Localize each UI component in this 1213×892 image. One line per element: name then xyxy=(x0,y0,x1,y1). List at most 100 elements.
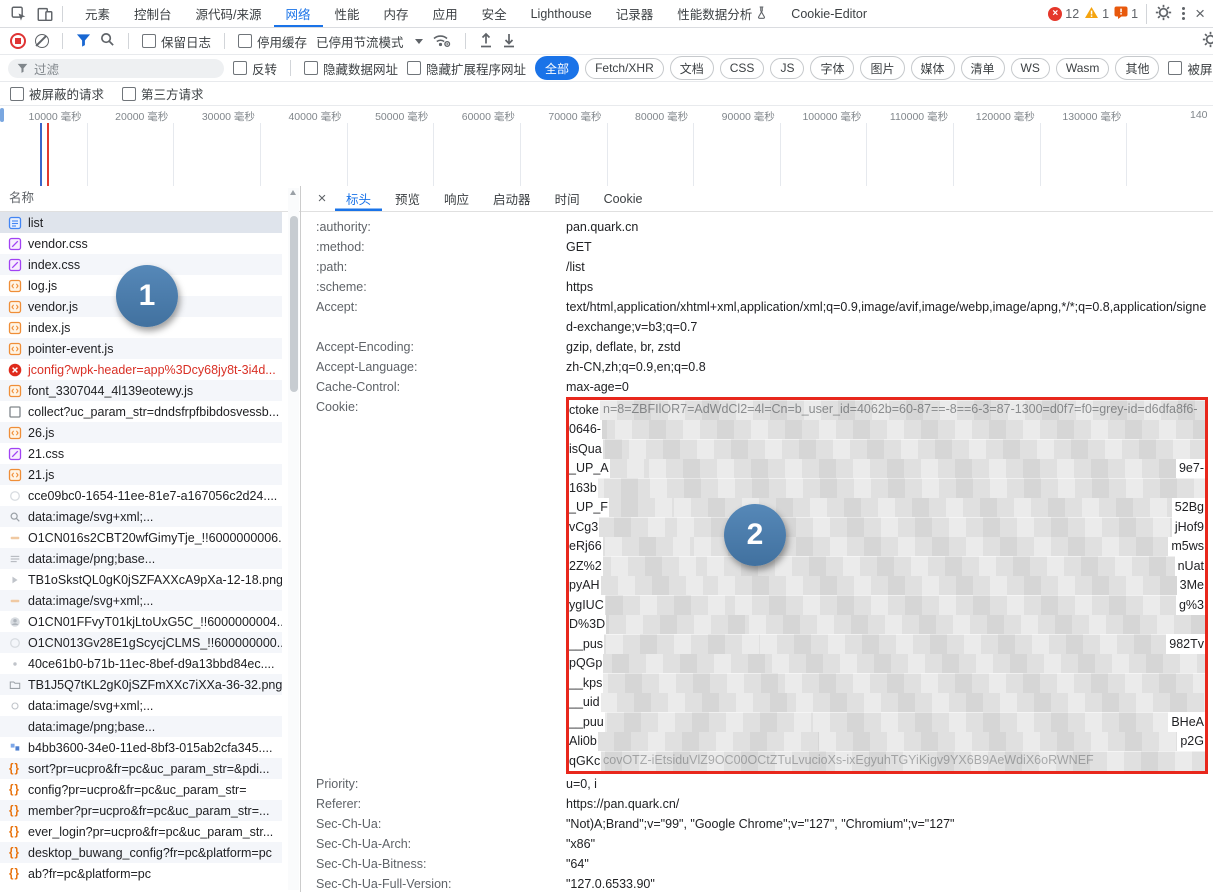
request-row[interactable]: TB1J5Q7tKL2gK0jSZFmXXc7iXXa-36-32.png xyxy=(0,674,282,695)
header-name: Sec-Ch-Ua: xyxy=(316,816,382,831)
details-tab-3[interactable]: 启动器 xyxy=(482,186,542,211)
hide-extension-urls-checkbox[interactable]: 隐藏扩展程序网址 xyxy=(407,59,526,78)
warnings-count: 1 xyxy=(1102,6,1110,21)
request-row[interactable]: 21.js xyxy=(0,464,282,485)
header-row: Accept-Language: zh-CN,zh;q=0.9,en;q=0.8 xyxy=(316,357,1209,377)
request-row[interactable]: font_3307044_4l139eotewy.js xyxy=(0,380,282,401)
invert-filter-checkbox[interactable]: 反转 xyxy=(233,59,277,78)
filter-chip-8[interactable]: 清单 xyxy=(960,56,1005,80)
request-list-scrollbar[interactable] xyxy=(288,188,299,890)
overview-drag-handle[interactable] xyxy=(0,108,4,122)
request-row[interactable]: b4bb3600-34e0-11ed-8bf3-015ab2cfa345.... xyxy=(0,737,282,758)
request-row[interactable]: data:image/svg+xml;... xyxy=(0,590,282,611)
devtools-tab-11[interactable]: Cookie-Editor xyxy=(779,0,879,27)
devtools-tab-2[interactable]: 源代码/来源 xyxy=(184,0,274,27)
preserve-log-checkbox[interactable]: 保留日志 xyxy=(142,32,211,51)
details-tab-5[interactable]: Cookie xyxy=(593,186,654,211)
header-name: Cache-Control: xyxy=(316,380,401,394)
request-list-column-header[interactable]: 名称 xyxy=(0,186,300,212)
import-har-icon[interactable] xyxy=(479,32,493,51)
clear-network-log-icon[interactable] xyxy=(35,34,49,48)
request-name: config?pr=ucpro&fr=pc&uc_param_str= xyxy=(28,782,247,797)
request-row[interactable]: data:image/svg+xml;... xyxy=(0,506,282,527)
close-details-icon[interactable]: × xyxy=(311,190,333,207)
cookie-line: ygIUC g%3 xyxy=(569,595,1205,615)
network-filter-bar-2: 被屏蔽的请求 第三方请求 xyxy=(0,82,1213,106)
settings-gear-icon[interactable] xyxy=(1155,4,1172,24)
devtools-tab-5[interactable]: 内存 xyxy=(372,0,421,27)
request-name: data:image/png;base... xyxy=(28,551,156,566)
request-row[interactable]: O1CN01FFvyT01kjLtoUxG5C_!!6000000004... xyxy=(0,611,282,632)
filter-chip-1[interactable]: Fetch/XHR xyxy=(585,57,664,79)
details-tab-4[interactable]: 时间 xyxy=(544,186,591,211)
request-row[interactable]: data:image/png;base... xyxy=(0,716,282,737)
filter-chip-11[interactable]: 其他 xyxy=(1115,56,1160,80)
devtools-tab-0[interactable]: 元素 xyxy=(73,0,122,27)
devtools-tab-6[interactable]: 应用 xyxy=(421,0,470,27)
scrollbar-thumb[interactable] xyxy=(289,216,298,392)
request-row[interactable]: 21.css xyxy=(0,443,282,464)
details-tab-1[interactable]: 预览 xyxy=(384,186,431,211)
filter-chip-10[interactable]: Wasm xyxy=(1055,57,1110,79)
devtools-tab-7[interactable]: 安全 xyxy=(470,0,519,27)
details-tab-2[interactable]: 响应 xyxy=(433,186,480,211)
request-row[interactable]: jconfig?wpk-header=app%3Dcy68jy8t-3i4d..… xyxy=(0,359,282,380)
request-row[interactable]: pointer-event.js xyxy=(0,338,282,359)
filter-funnel-icon[interactable] xyxy=(76,33,91,50)
filter-chip-2[interactable]: 文档 xyxy=(669,56,714,80)
device-toolbar-icon[interactable] xyxy=(32,1,58,27)
request-row[interactable]: {} config?pr=ucpro&fr=pc&uc_param_str= xyxy=(0,779,282,800)
request-row[interactable]: 40ce61b0-b71b-11ec-8bef-d9a13bbd84ec.... xyxy=(0,653,282,674)
blocked-response-cookies-checkbox[interactable]: 被屏蔽的响应 Cookie xyxy=(1168,59,1213,78)
request-row[interactable]: {} ever_login?pr=ucpro&fr=pc&uc_param_str… xyxy=(0,821,282,842)
request-row[interactable]: collect?uc_param_str=dndsfrpfbibdosvessb… xyxy=(0,401,282,422)
request-row[interactable]: data:image/svg+xml;... xyxy=(0,695,282,716)
filter-chip-7[interactable]: 媒体 xyxy=(910,56,955,80)
inspect-element-icon[interactable] xyxy=(6,1,32,27)
devtools-tab-4[interactable]: 性能 xyxy=(323,0,372,27)
request-row[interactable]: O1CN013Gv28E1gScycjCLMS_!!600000000... xyxy=(0,632,282,653)
devtools-tab-10[interactable]: 性能数据分析 xyxy=(665,0,779,27)
search-icon[interactable] xyxy=(100,32,115,50)
errors-badge[interactable]: × 12 xyxy=(1048,6,1079,21)
more-options-icon[interactable] xyxy=(1182,7,1186,20)
request-row[interactable]: vendor.css xyxy=(0,233,282,254)
close-devtools-icon[interactable]: × xyxy=(1195,5,1205,22)
hide-data-urls-checkbox[interactable]: 隐藏数据网址 xyxy=(304,59,398,78)
request-row[interactable]: data:image/png;base... xyxy=(0,548,282,569)
request-row[interactable]: {} ab?fr=pc&platform=pc xyxy=(0,863,282,884)
network-conditions-icon[interactable] xyxy=(432,32,452,51)
warnings-badge[interactable]: 1 xyxy=(1084,6,1109,22)
request-row[interactable]: O1CN016s2CBT20wfGimyTje_!!6000000006... xyxy=(0,527,282,548)
devtools-tab-3[interactable]: 网络 xyxy=(274,0,323,27)
third-party-requests-checkbox[interactable]: 第三方请求 xyxy=(122,84,204,103)
filter-chip-3[interactable]: CSS xyxy=(719,57,765,79)
filter-chip-9[interactable]: WS xyxy=(1010,57,1050,79)
cookie-line: __puu BHeA xyxy=(569,712,1205,732)
export-har-icon[interactable] xyxy=(502,32,516,51)
scroll-up-icon[interactable] xyxy=(290,190,296,195)
filter-chip-4[interactable]: JS xyxy=(770,57,805,79)
filter-chip-5[interactable]: 字体 xyxy=(810,56,855,80)
network-overview-timeline[interactable]: 10000 毫秒 20000 毫秒 30000 毫秒 40000 毫秒 50000 毫秒… xyxy=(0,106,1213,187)
request-row[interactable]: 26.js xyxy=(0,422,282,443)
request-row[interactable]: cce09bc0-1654-11ee-81e7-a167056c2d24.... xyxy=(0,485,282,506)
network-settings-gear-icon[interactable] xyxy=(1202,31,1213,51)
filter-chip-6[interactable]: 图片 xyxy=(860,56,905,80)
issues-badge[interactable]: 1 xyxy=(1114,6,1138,22)
filter-input[interactable]: 过滤 xyxy=(8,58,224,78)
devtools-tab-1[interactable]: 控制台 xyxy=(122,0,184,27)
disable-cache-checkbox[interactable]: 停用缓存 xyxy=(238,32,307,51)
devtools-tab-9[interactable]: 记录器 xyxy=(604,0,666,27)
details-tab-0[interactable]: 标头 xyxy=(335,186,382,211)
request-row[interactable]: {} sort?pr=ucpro&fr=pc&uc_param_str=&pdi.… xyxy=(0,758,282,779)
devtools-tab-8[interactable]: Lighthouse xyxy=(519,0,604,27)
blocked-requests-checkbox[interactable]: 被屏蔽的请求 xyxy=(10,84,104,103)
request-row[interactable]: list xyxy=(0,212,282,233)
record-network-log-icon[interactable] xyxy=(10,33,26,49)
request-row[interactable]: TB1oSkstQL0gK0jSZFAXXcA9pXa-12-18.png xyxy=(0,569,282,590)
throttling-select[interactable]: 已停用节流模式 xyxy=(316,32,423,51)
filter-chip-0[interactable]: 全部 xyxy=(535,56,580,80)
request-row[interactable]: {} desktop_buwang_config?fr=pc&platform=p… xyxy=(0,842,282,863)
request-row[interactable]: {} member?pr=ucpro&fr=pc&uc_param_str=... xyxy=(0,800,282,821)
